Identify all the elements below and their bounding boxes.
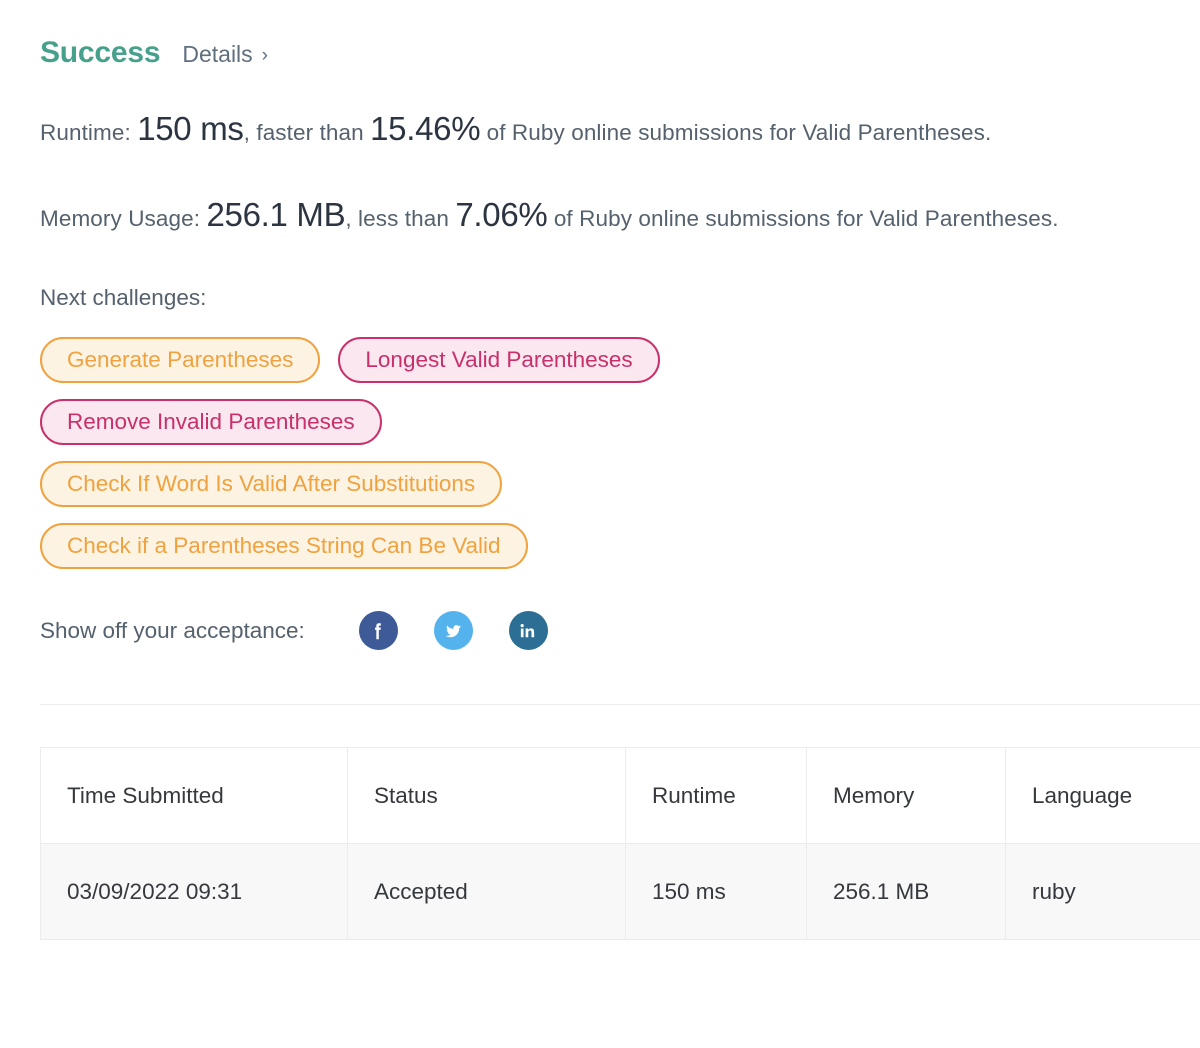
table-cell-memory: 256.1 MB xyxy=(806,843,1006,940)
table-header-row: Time Submitted Status Runtime Memory Languag… xyxy=(40,747,1200,844)
runtime-suffix: of Ruby online submissions for Valid Par… xyxy=(486,120,992,145)
table-column-header: Time Submitted xyxy=(40,747,348,844)
submission-result-panel: Success Details › Runtime: 150 ms, faste… xyxy=(0,0,1200,1048)
linkedin-share-button[interactable] xyxy=(508,611,548,650)
section-divider xyxy=(40,704,1200,705)
details-link[interactable]: Details › xyxy=(182,41,268,68)
table-column-header: Memory xyxy=(806,747,1006,844)
table-column-header: Language xyxy=(1005,747,1200,844)
memory-suffix: of Ruby online submissions for Valid Par… xyxy=(553,206,1059,231)
runtime-comma: , xyxy=(243,120,250,145)
challenge-pill[interactable]: Generate Parentheses xyxy=(40,337,321,383)
memory-comparator: less than xyxy=(358,206,450,231)
memory-percentile: 7.06% xyxy=(455,196,548,233)
table-column-header: Status xyxy=(347,747,626,844)
submissions-table-head: Time Submitted Status Runtime Memory Languag… xyxy=(40,747,1200,844)
memory-stat: Memory Usage: 256.1 MB, less than 7.06% … xyxy=(40,194,1180,240)
challenge-pill[interactable]: Check if a Parentheses String Can Be Val… xyxy=(40,523,528,569)
submissions-table: Time Submitted Status Runtime Memory Languag… xyxy=(40,747,1200,940)
memory-label: Memory Usage: xyxy=(40,206,201,231)
table-row[interactable]: 03/09/2022 09:31 Accepted 150 ms 256.1 MB ru… xyxy=(40,843,1200,940)
details-link-label: Details xyxy=(182,41,253,67)
table-column-header: Runtime xyxy=(625,747,807,844)
table-cell-status: Accepted xyxy=(347,843,626,940)
status-header: Success Details › xyxy=(40,0,1200,70)
memory-value: 256.1 MB xyxy=(206,196,346,233)
next-challenges-label: Next challenges: xyxy=(40,285,207,310)
twitter-icon xyxy=(445,624,462,637)
table-cell-time-submitted[interactable]: 03/09/2022 09:31 xyxy=(40,843,348,940)
challenge-pill[interactable]: Check If Word Is Valid After Substitutio… xyxy=(40,461,503,507)
share-icon-group xyxy=(358,611,548,650)
runtime-value: 150 ms xyxy=(137,110,244,147)
challenge-pill[interactable]: Longest Valid Parentheses xyxy=(338,337,660,383)
twitter-share-button[interactable] xyxy=(433,611,473,650)
table-cell-language: ruby xyxy=(1005,843,1200,940)
runtime-percentile: 15.46% xyxy=(370,110,481,147)
challenge-pill[interactable]: Remove Invalid Parentheses xyxy=(40,399,382,445)
runtime-label: Runtime: xyxy=(40,120,131,145)
share-row: Show off your acceptance: xyxy=(40,611,1200,650)
runtime-comparator: faster than xyxy=(256,120,364,145)
share-label: Show off your acceptance: xyxy=(40,617,305,643)
chevron-right-icon: › xyxy=(261,45,268,66)
submission-status-title: Success xyxy=(40,36,161,69)
submissions-table-body: 03/09/2022 09:31 Accepted 150 ms 256.1 MB ru… xyxy=(40,843,1200,940)
facebook-icon xyxy=(375,622,382,639)
runtime-stat: Runtime: 150 ms, faster than 15.46% of R… xyxy=(40,108,1180,154)
linkedin-icon xyxy=(520,623,535,637)
table-cell-runtime: 150 ms xyxy=(625,843,807,940)
facebook-share-button[interactable] xyxy=(358,611,398,650)
next-challenges-list: Generate Parentheses Longest Valid Parent… xyxy=(40,337,840,569)
memory-comma: , xyxy=(345,206,352,231)
submissions-table-container: Time Submitted Status Runtime Memory Languag… xyxy=(40,747,1200,940)
